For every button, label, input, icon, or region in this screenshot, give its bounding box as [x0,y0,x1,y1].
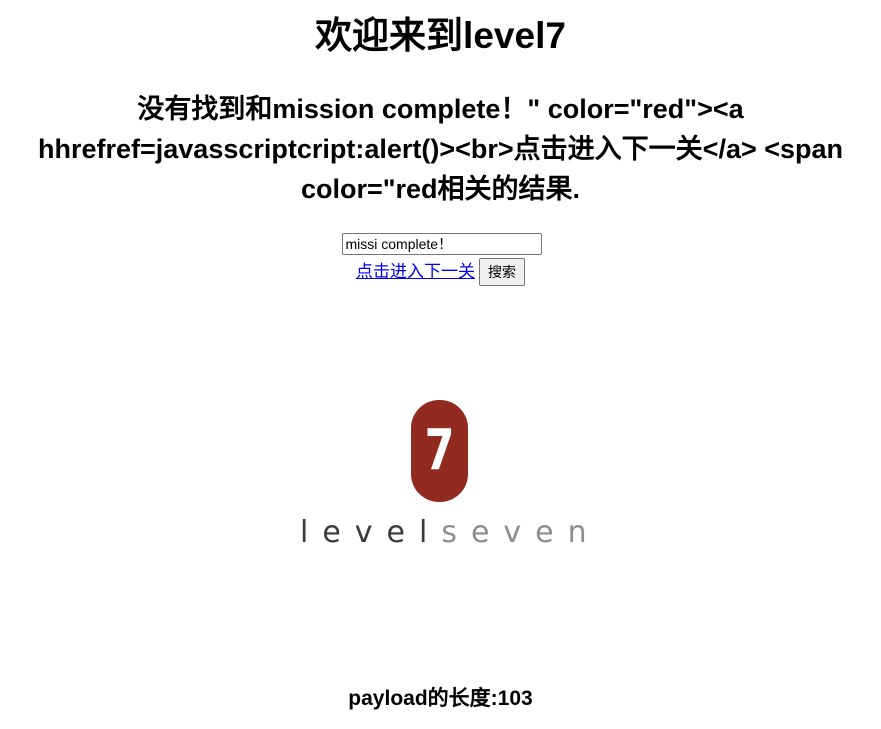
search-input[interactable] [341,233,542,255]
logo-word-seven: seven [441,515,601,550]
level-seven-logo: 7 levelseven [300,398,587,550]
logo-digit: 7 [424,418,455,483]
logo-badge: 7 [411,400,468,502]
search-button[interactable]: 搜索 [479,258,525,286]
next-level-link[interactable]: 点击进入下一关 [356,262,475,282]
search-result-message: 没有找到和mission complete！" color="red"><a h… [37,94,844,204]
logo-word-level: level [300,515,442,550]
search-form: 点击进入下一关搜索 [0,233,881,286]
logo-wordmark: levelseven [300,515,587,550]
page-title: 欢迎来到level7 [315,15,566,56]
payload-length: payload的长度:103 [348,687,533,710]
